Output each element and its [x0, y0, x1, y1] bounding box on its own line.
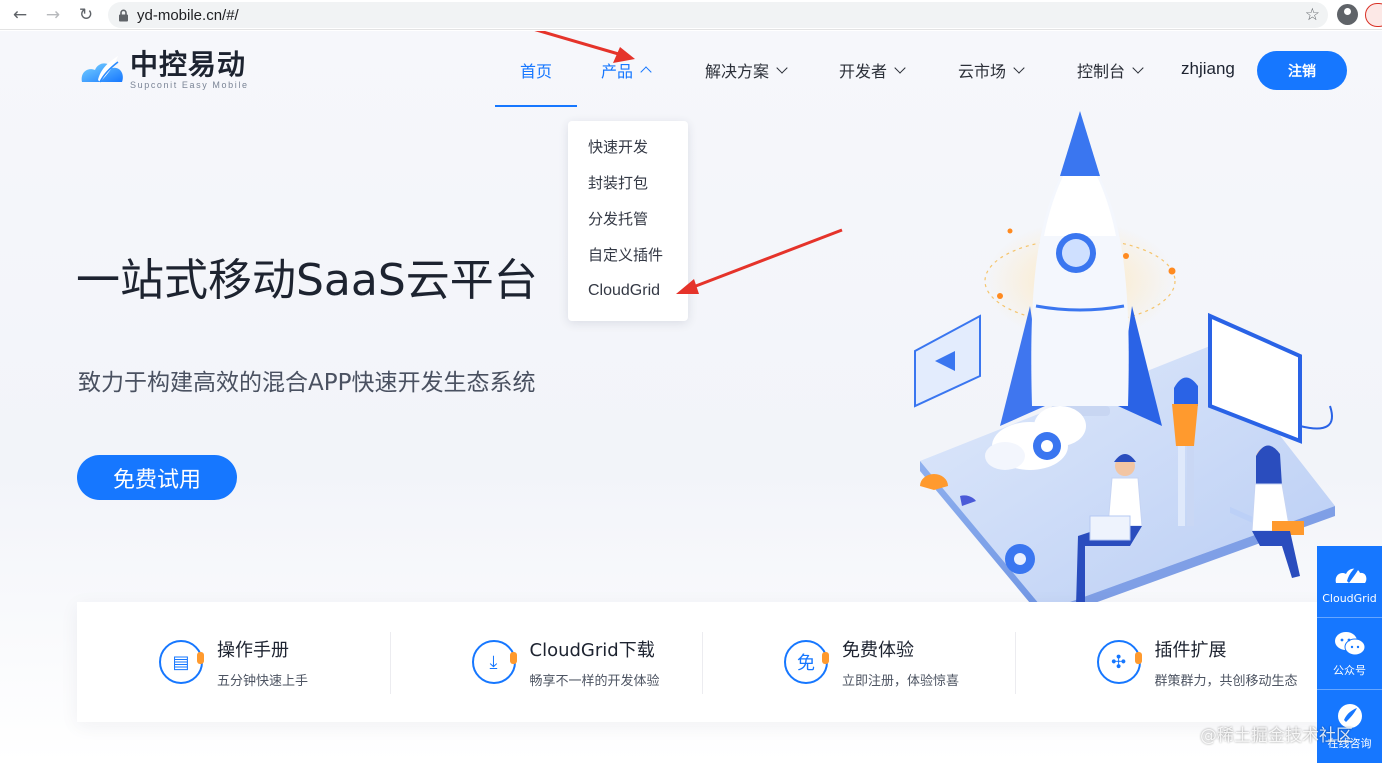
- feature-desc: 畅享不一样的开发体验: [529, 673, 660, 689]
- user-name[interactable]: zhjiang: [1181, 59, 1235, 79]
- book-icon: ▤: [159, 640, 204, 684]
- url-text[interactable]: yd-mobile.cn/#/: [137, 7, 239, 24]
- watermark-text: @稀土掘金技术社区: [1200, 726, 1353, 746]
- chevron-down-icon: [1132, 61, 1144, 74]
- dropdown-item-rapid-dev[interactable]: 快速开发: [568, 129, 688, 165]
- chevron-down-icon: [776, 61, 788, 74]
- feature-title: 插件扩展: [1154, 639, 1227, 661]
- puzzle-icon: ✣: [1096, 640, 1142, 684]
- nav-home[interactable]: 首页: [520, 53, 552, 87]
- nav-console[interactable]: 控制台: [1077, 53, 1144, 87]
- feature-manual[interactable]: ▤ 操作手册 五分钟快速上手: [77, 602, 390, 722]
- feature-title: CloudGrid下载: [529, 639, 655, 661]
- logo-text: 中控易动: [130, 48, 247, 81]
- products-dropdown: 快速开发 封装打包 分发托管 自定义插件 CloudGrid: [568, 121, 688, 321]
- feature-plugins[interactable]: ✣ 插件扩展 群策群力，共创移动生态: [1014, 602, 1328, 722]
- sidebar-item-wechat[interactable]: 公众号: [1317, 618, 1382, 690]
- lock-icon: [119, 9, 128, 21]
- forward-icon[interactable]: →: [40, 2, 66, 28]
- feature-desc: 五分钟快速上手: [217, 673, 309, 689]
- address-bar[interactable]: yd-mobile.cn/#/ ☆: [108, 2, 1328, 28]
- free-trial-button[interactable]: 免费试用: [77, 455, 237, 500]
- logo-mark-icon: [81, 55, 123, 82]
- chevron-down-icon: [894, 61, 906, 74]
- logo-subtext: Supconit Easy Mobile: [130, 80, 249, 90]
- reload-icon[interactable]: ↻: [73, 2, 99, 28]
- feature-desc: 立即注册，体验惊喜: [842, 673, 960, 689]
- nav-console-label: 控制台: [1077, 62, 1126, 81]
- free-icon: 免: [784, 640, 829, 684]
- bookmark-star-icon[interactable]: ☆: [1305, 5, 1320, 25]
- feature-download[interactable]: ⤓ CloudGrid下载 畅享不一样的开发体验: [389, 602, 703, 722]
- extension-icon[interactable]: [1365, 3, 1382, 27]
- nav-cloud-market[interactable]: 云市场: [958, 53, 1025, 87]
- active-nav-indicator: [495, 105, 577, 107]
- sidebar-item-cloudgrid[interactable]: CloudGrid: [1317, 546, 1382, 618]
- feature-desc: 群策群力，共创移动生态: [1154, 673, 1298, 689]
- nav-developers[interactable]: 开发者: [839, 53, 906, 87]
- feature-bar: ▤ 操作手册 五分钟快速上手 ⤓ CloudGrid下载 畅享不一样的开发体验 …: [77, 602, 1327, 722]
- nav-products[interactable]: 产品: [601, 53, 652, 87]
- dropdown-item-packaging[interactable]: 封装打包: [568, 165, 688, 201]
- logo[interactable]: 中控易动 Supconit Easy Mobile: [78, 51, 249, 90]
- cloudgrid-icon: [1335, 561, 1366, 583]
- nav-products-label: 产品: [601, 62, 634, 81]
- logout-button[interactable]: 注销: [1257, 51, 1347, 90]
- dropdown-item-custom-plugin[interactable]: 自定义插件: [568, 237, 688, 273]
- chevron-down-icon: [1013, 61, 1025, 74]
- chevron-up-icon: [640, 66, 652, 78]
- hero-title: 一站式移动SaaS云平台: [76, 255, 538, 306]
- browser-toolbar: ← → ↻ yd-mobile.cn/#/ ☆: [0, 0, 1382, 30]
- wechat-icon: [1334, 632, 1365, 656]
- nav-solutions-label: 解决方案: [705, 62, 770, 81]
- nav-home-label: 首页: [520, 62, 553, 81]
- account-avatar-icon[interactable]: [1337, 4, 1358, 25]
- feature-title: 操作手册: [217, 639, 289, 661]
- dropdown-item-cloudgrid[interactable]: CloudGrid: [568, 273, 688, 309]
- nav-cloud-market-label: 云市场: [958, 62, 1007, 81]
- back-icon[interactable]: ←: [7, 2, 33, 28]
- feature-free-trial[interactable]: 免 免费体验 立即注册，体验惊喜: [702, 602, 1015, 722]
- dropdown-item-distribution[interactable]: 分发托管: [568, 201, 688, 237]
- download-icon: ⤓: [471, 640, 517, 684]
- rocket-illustration: [914, 111, 1335, 616]
- page: 中控易动 Supconit Easy Mobile 首页 产品 解决方案 开发者…: [0, 31, 1382, 763]
- hero-subtitle: 致力于构建高效的混合APP快速开发生态系统: [78, 370, 536, 396]
- nav-developers-label: 开发者: [839, 62, 888, 81]
- sidebar-label: 公众号: [1333, 664, 1366, 677]
- feature-title: 免费体验: [842, 639, 914, 661]
- nav-solutions[interactable]: 解决方案: [705, 53, 788, 87]
- sidebar-label: CloudGrid: [1322, 591, 1377, 605]
